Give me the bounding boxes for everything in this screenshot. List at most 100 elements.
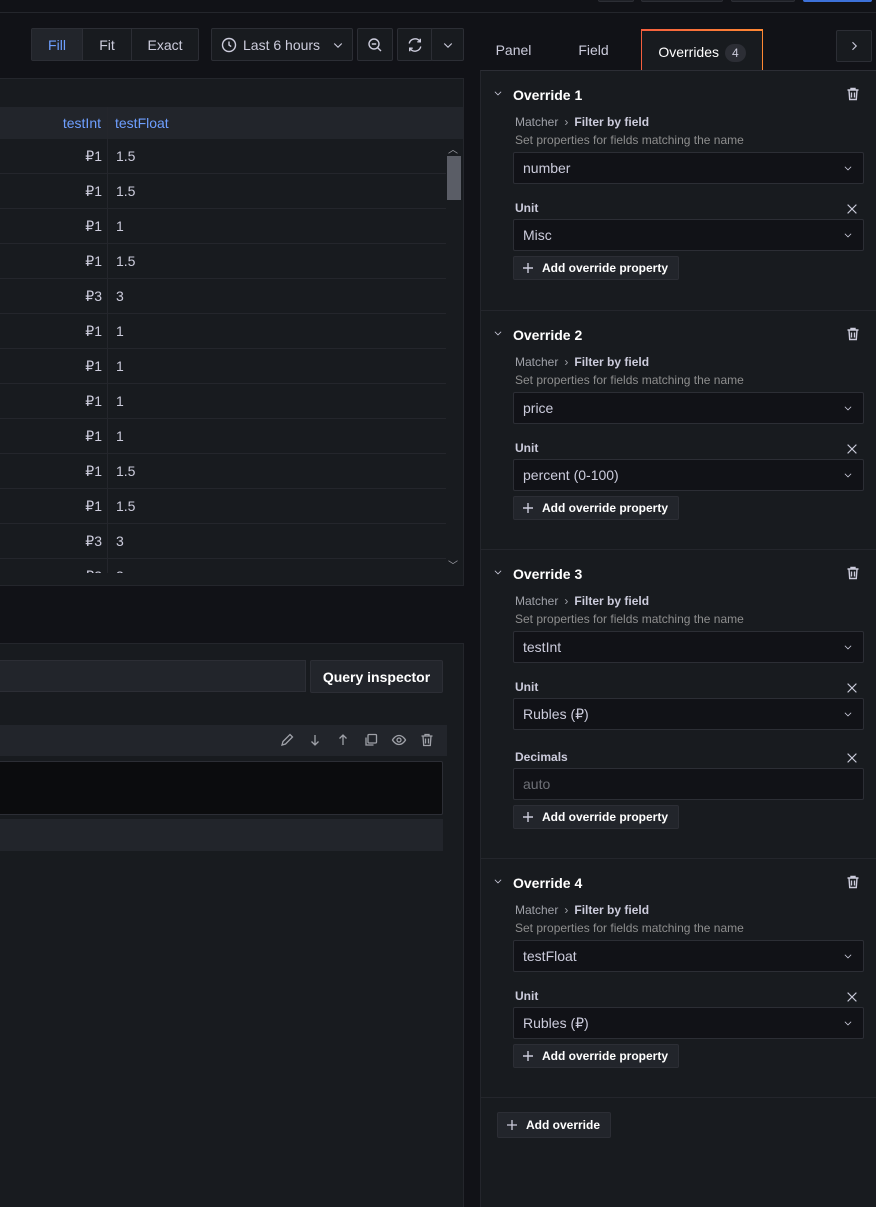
property-input[interactable]: auto bbox=[513, 768, 864, 800]
property-select[interactable]: percent (0-100) bbox=[513, 459, 864, 491]
override-title[interactable]: Override 1 bbox=[513, 87, 582, 103]
field-name-value: price bbox=[523, 400, 554, 416]
chevron-down-icon[interactable] bbox=[843, 163, 853, 173]
matcher-breadcrumb: Matcher › Filter by field bbox=[515, 355, 649, 369]
query-options-strip[interactable] bbox=[0, 819, 443, 851]
cell-testint: ₽1 bbox=[85, 183, 102, 199]
chevron-down-icon[interactable] bbox=[493, 567, 503, 577]
duplicate-icon[interactable] bbox=[363, 732, 379, 748]
field-name-select[interactable]: price bbox=[513, 392, 864, 424]
matcher-type: Filter by field bbox=[574, 903, 650, 917]
primary-button[interactable] bbox=[803, 0, 872, 2]
matcher-description: Set properties for fields matching the n… bbox=[515, 921, 744, 935]
add-override-property-button[interactable]: Add override property bbox=[513, 256, 680, 280]
nav-button[interactable] bbox=[598, 0, 634, 2]
cell-testfloat: 1 bbox=[116, 323, 124, 339]
table-row: ₽3 3 bbox=[0, 559, 446, 573]
property-select[interactable]: Rubles (₽) bbox=[513, 1007, 864, 1039]
override-title[interactable]: Override 2 bbox=[513, 327, 582, 343]
chevron-down-icon[interactable] bbox=[843, 230, 853, 240]
trash-icon[interactable] bbox=[845, 86, 861, 102]
chevron-down-icon[interactable] bbox=[493, 88, 503, 98]
datasource-bar[interactable] bbox=[0, 660, 306, 692]
refresh-interval-dropdown[interactable] bbox=[431, 28, 464, 61]
override-title[interactable]: Override 4 bbox=[513, 875, 582, 891]
close-icon[interactable] bbox=[845, 681, 859, 695]
cell-testfloat: 3 bbox=[116, 288, 124, 304]
override-title[interactable]: Override 3 bbox=[513, 566, 582, 582]
chevron-down-icon[interactable] bbox=[493, 876, 503, 886]
time-range-picker[interactable]: Last 6 hours bbox=[211, 28, 353, 61]
tab-label: Field bbox=[578, 42, 609, 58]
property-select[interactable]: Rubles (₽) bbox=[513, 698, 864, 730]
fit-mode-fit[interactable]: Fit bbox=[83, 29, 132, 60]
chevron-down-icon[interactable] bbox=[843, 470, 853, 480]
move-up-icon[interactable] bbox=[335, 732, 351, 748]
add-override-property-button[interactable]: Add override property bbox=[513, 805, 680, 829]
close-icon[interactable] bbox=[845, 751, 859, 765]
tab-panel[interactable]: Panel bbox=[480, 29, 547, 70]
property-value: Rubles (₽) bbox=[523, 1015, 589, 1031]
table-row: ₽1 1.5 bbox=[0, 454, 446, 489]
cell-testfloat: 1 bbox=[116, 218, 124, 234]
close-icon[interactable] bbox=[845, 442, 859, 456]
add-override-label: Add override bbox=[526, 1118, 601, 1132]
query-row-header bbox=[0, 725, 447, 756]
cell-testint: ₽1 bbox=[85, 358, 102, 374]
cell-testfloat: 1.5 bbox=[116, 253, 136, 269]
cell-testint: ₽1 bbox=[85, 148, 102, 164]
chevron-down-icon bbox=[333, 42, 343, 48]
chevron-down-icon[interactable] bbox=[843, 1018, 853, 1028]
add-override-button[interactable]: Add override bbox=[497, 1112, 612, 1138]
table-scrollbar[interactable] bbox=[446, 139, 463, 573]
field-name-select[interactable]: testInt bbox=[513, 631, 864, 663]
matcher-label: Matcher bbox=[515, 594, 559, 608]
close-icon[interactable] bbox=[845, 990, 859, 1004]
close-icon[interactable] bbox=[845, 202, 859, 216]
refresh-button[interactable] bbox=[397, 28, 433, 61]
add-override-property-button[interactable]: Add override property bbox=[513, 1044, 680, 1068]
column-header-testint[interactable]: testInt bbox=[63, 107, 101, 139]
query-inspector-button[interactable]: Query inspector bbox=[310, 660, 443, 693]
plus-icon bbox=[507, 1120, 517, 1130]
nav-button[interactable] bbox=[641, 0, 723, 2]
zoom-out-button[interactable] bbox=[357, 28, 393, 61]
scroll-up-icon[interactable]: ︿ bbox=[448, 141, 458, 156]
chevron-down-icon[interactable] bbox=[843, 642, 853, 652]
chevron-right-icon: › bbox=[564, 903, 569, 917]
add-override-property-label: Add override property bbox=[542, 1049, 669, 1063]
eye-icon[interactable] bbox=[391, 732, 407, 748]
property-select[interactable]: Misc bbox=[513, 219, 864, 251]
chevron-down-icon[interactable] bbox=[493, 328, 503, 338]
property-label: Unit bbox=[515, 201, 539, 215]
trash-icon[interactable] bbox=[845, 874, 861, 890]
trash-icon[interactable] bbox=[845, 565, 861, 581]
nav-button[interactable] bbox=[731, 0, 795, 2]
tab-label: Panel bbox=[495, 42, 532, 58]
matcher-description: Set properties for fields matching the n… bbox=[515, 373, 744, 387]
query-editor[interactable] bbox=[0, 761, 443, 815]
move-down-icon[interactable] bbox=[307, 732, 323, 748]
chevron-down-icon[interactable] bbox=[843, 951, 853, 961]
cell-testfloat: 1.5 bbox=[116, 463, 136, 479]
field-name-select[interactable]: testFloat bbox=[513, 940, 864, 972]
table-row: ₽1 1.5 bbox=[0, 244, 446, 279]
field-name-select[interactable]: number bbox=[513, 152, 864, 184]
tab-overrides[interactable]: Overrides 4 bbox=[641, 29, 763, 70]
chevron-right-icon: › bbox=[564, 115, 569, 129]
chevron-down-icon[interactable] bbox=[843, 709, 853, 719]
column-header-testfloat[interactable]: testFloat bbox=[115, 107, 169, 139]
matcher-label: Matcher bbox=[515, 115, 559, 129]
scrollbar-thumb[interactable] bbox=[447, 156, 461, 200]
tab-field[interactable]: Field bbox=[560, 29, 627, 70]
chevron-down-icon[interactable] bbox=[843, 403, 853, 413]
trash-icon[interactable] bbox=[845, 326, 861, 342]
collapse-pane-button[interactable] bbox=[836, 30, 872, 62]
trash-icon[interactable] bbox=[419, 732, 435, 748]
table-body: ₽1 1.5 ₽1 1.5 ₽1 1 ₽1 1.5 ₽3 3 ₽1 1 ₽1 1 ₽1 1 ₽1 1 ₽1 1.5 ₽1… bbox=[0, 139, 446, 573]
edit-icon[interactable] bbox=[279, 732, 295, 748]
fit-mode-exact[interactable]: Exact bbox=[132, 29, 198, 60]
fit-mode-fill[interactable]: Fill bbox=[32, 29, 83, 60]
add-override-property-button[interactable]: Add override property bbox=[513, 496, 680, 520]
scroll-down-icon[interactable]: ﹀ bbox=[448, 557, 458, 572]
